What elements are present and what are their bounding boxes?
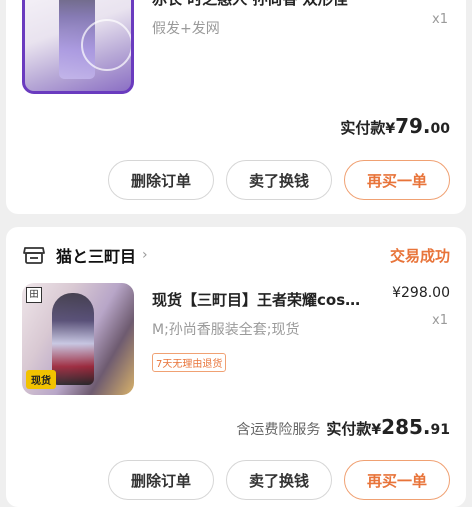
product-title[interactable]: 现货【三町目】王者荣耀cos… — [152, 289, 380, 310]
product-sku: M;孙尚香服装全套;现货 — [152, 322, 300, 338]
sell-for-cash-button[interactable]: 卖了换钱 — [226, 460, 332, 500]
product-photo — [52, 293, 94, 385]
store-icon — [23, 247, 45, 264]
paid-amount: 实付款¥79.00 — [340, 114, 450, 138]
product-quantity: x1 — [432, 12, 448, 27]
paid-decimal: 00 — [430, 121, 450, 137]
paid-decimal: 91 — [430, 422, 450, 438]
brand-mark-icon: 田 — [26, 287, 42, 303]
currency-symbol: ¥ — [385, 121, 396, 137]
shop-header[interactable]: 猫と三町目 › — [22, 241, 148, 269]
shipping-insurance-label: 含运费险服务 — [236, 422, 321, 438]
order-card[interactable]: 猫と三町目 › 交易成功 田 现货 现货【三町目】王者荣耀cos… ¥298.0… — [6, 227, 466, 507]
delete-order-button[interactable]: 删除订单 — [108, 160, 214, 200]
paid-amount: 含运费险服务 实付款¥285.91 — [236, 415, 450, 439]
sell-for-cash-button[interactable]: 卖了换钱 — [226, 160, 332, 200]
buy-again-button[interactable]: 再买一单 — [344, 460, 450, 500]
paid-label: 实付款 — [340, 119, 386, 137]
currency-symbol: ¥ — [371, 422, 382, 438]
product-image[interactable]: 田 现货 — [22, 283, 134, 395]
buy-again-button[interactable]: 再买一单 — [344, 160, 450, 200]
order-status: 交易成功 — [389, 247, 450, 265]
product-title[interactable]: 赤长 时之惑人 孙尚香 双形怪 — [152, 0, 422, 9]
delete-order-button[interactable]: 删除订单 — [108, 460, 214, 500]
chevron-right-icon: › — [142, 247, 148, 263]
paid-label: 实付款 — [326, 420, 372, 438]
product-sku: 假发+发网 — [152, 21, 220, 37]
product-quantity: x1 — [432, 313, 448, 328]
return-policy-tag: 7天无理由退货 — [152, 353, 227, 372]
product-price: ¥298.00 — [392, 285, 450, 301]
paid-integer: 285. — [381, 415, 431, 439]
order-card[interactable]: 赤长 时之惑人 孙尚香 双形怪 假发+发网 x1 实付款¥79.00 删除订单 … — [6, 0, 466, 214]
product-image[interactable] — [22, 0, 134, 94]
shop-name[interactable]: 猫と三町目 — [56, 243, 136, 267]
paid-integer: 79. — [395, 114, 431, 138]
in-stock-badge: 现货 — [26, 370, 56, 389]
watermark-icon — [81, 19, 131, 71]
